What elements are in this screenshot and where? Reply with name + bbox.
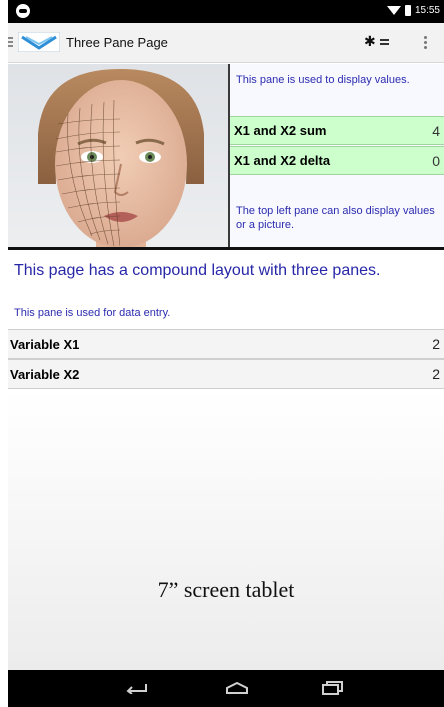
pane-divider <box>8 247 444 250</box>
entry-pane-note: This pane is used for data entry. <box>14 307 171 319</box>
layout-heading: This page has a compound layout with thr… <box>14 262 381 279</box>
picture-pane <box>8 64 228 248</box>
device-caption: 7” screen tablet <box>157 577 295 602</box>
value-pane-intro: This pane is used to display values. <box>236 74 410 86</box>
overflow-menu-icon[interactable] <box>424 36 427 51</box>
value-number: 0 <box>432 153 440 169</box>
status-indicators: 15:55 <box>386 5 440 16</box>
value-row-sum: X1 and X2 sum 4 <box>230 116 444 145</box>
battery-icon <box>404 5 411 16</box>
navigation-bar <box>8 670 444 707</box>
entry-value-input[interactable]: 2 <box>432 336 440 352</box>
recents-icon[interactable] <box>322 681 344 695</box>
back-icon[interactable] <box>124 682 150 694</box>
value-label: X1 and X2 sum <box>234 123 327 138</box>
notification-icon <box>16 4 30 18</box>
value-row-delta: X1 and X2 delta 0 <box>230 146 444 175</box>
wifi-icon <box>386 6 401 15</box>
status-time: 15:55 <box>414 5 440 16</box>
drawer-handle-icon[interactable] <box>8 37 13 49</box>
entry-row-x1[interactable]: Variable X1 2 <box>8 329 444 359</box>
action-bar: Three Pane Page ✱ <box>8 23 444 63</box>
entry-label: Variable X1 <box>10 337 80 352</box>
bluetooth-icon[interactable]: ✱ <box>364 34 376 50</box>
empty-content-area <box>8 390 444 670</box>
value-pane: This pane is used to display values. X1 … <box>228 64 444 248</box>
entry-value-input[interactable]: 2 <box>432 366 440 382</box>
value-label: X1 and X2 delta <box>234 153 331 168</box>
value-pane-footer: The top left pane can also display value… <box>236 205 435 231</box>
page-title: Three Pane Page <box>66 35 168 50</box>
app-logo[interactable] <box>18 32 60 52</box>
value-number: 4 <box>432 123 440 139</box>
face-image <box>38 69 204 248</box>
entry-row-x2[interactable]: Variable X2 2 <box>8 359 444 389</box>
status-bar: 15:55 <box>8 0 444 23</box>
list-icon[interactable] <box>380 39 389 47</box>
home-icon[interactable] <box>224 682 250 694</box>
entry-label: Variable X2 <box>10 367 80 382</box>
